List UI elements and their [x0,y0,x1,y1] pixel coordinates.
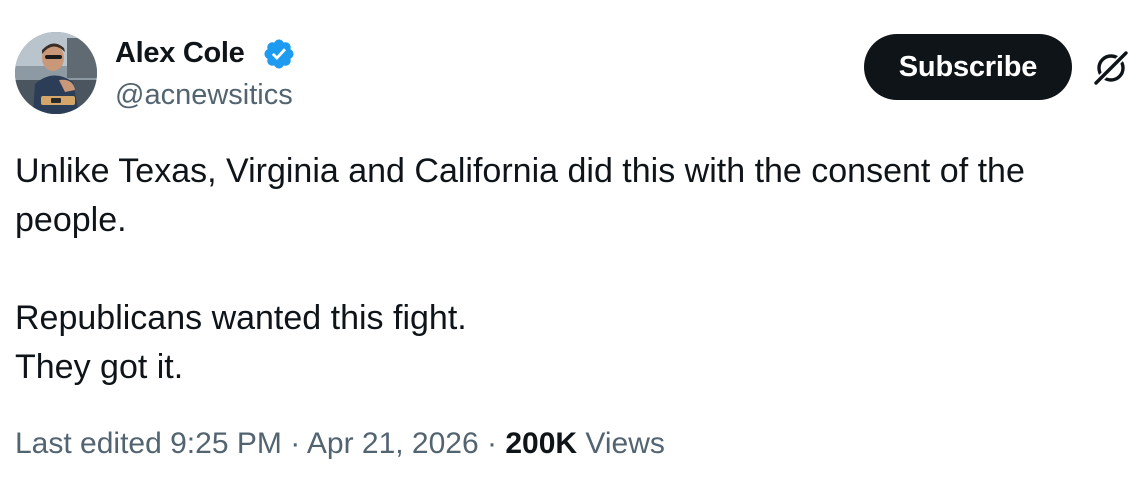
meta-separator: · [487,427,498,460]
tweet-text: Unlike Texas, Virginia and California di… [15,147,1125,392]
tweet-paragraph-1: Unlike Texas, Virginia and California di… [15,152,1025,239]
meta-separator: · [290,427,301,460]
views-count[interactable]: 200K [505,427,577,460]
tweet-paragraph-3: They got it. [15,348,184,386]
grok-icon[interactable] [1091,48,1131,88]
views-label: Views [585,427,665,460]
tweet-paragraph-2: Republicans wanted this fight. [15,299,467,337]
avatar-image [15,32,97,114]
edited-timestamp-link[interactable]: Last edited 9:25 PM [15,427,282,460]
tweet-date-link[interactable]: Apr 21, 2026 [307,427,479,460]
user-handle[interactable]: @acnewsitics [115,79,293,112]
tweet: Alex Cole @acnewsitics Subscribe Unlike … [0,0,1142,492]
verified-badge-icon[interactable] [262,37,296,71]
subscribe-button[interactable]: Subscribe [864,34,1072,100]
display-name[interactable]: Alex Cole [115,37,245,70]
tweet-metadata: Last edited 9:25 PM · Apr 21, 2026 · 200… [15,427,665,461]
avatar[interactable] [15,32,97,114]
